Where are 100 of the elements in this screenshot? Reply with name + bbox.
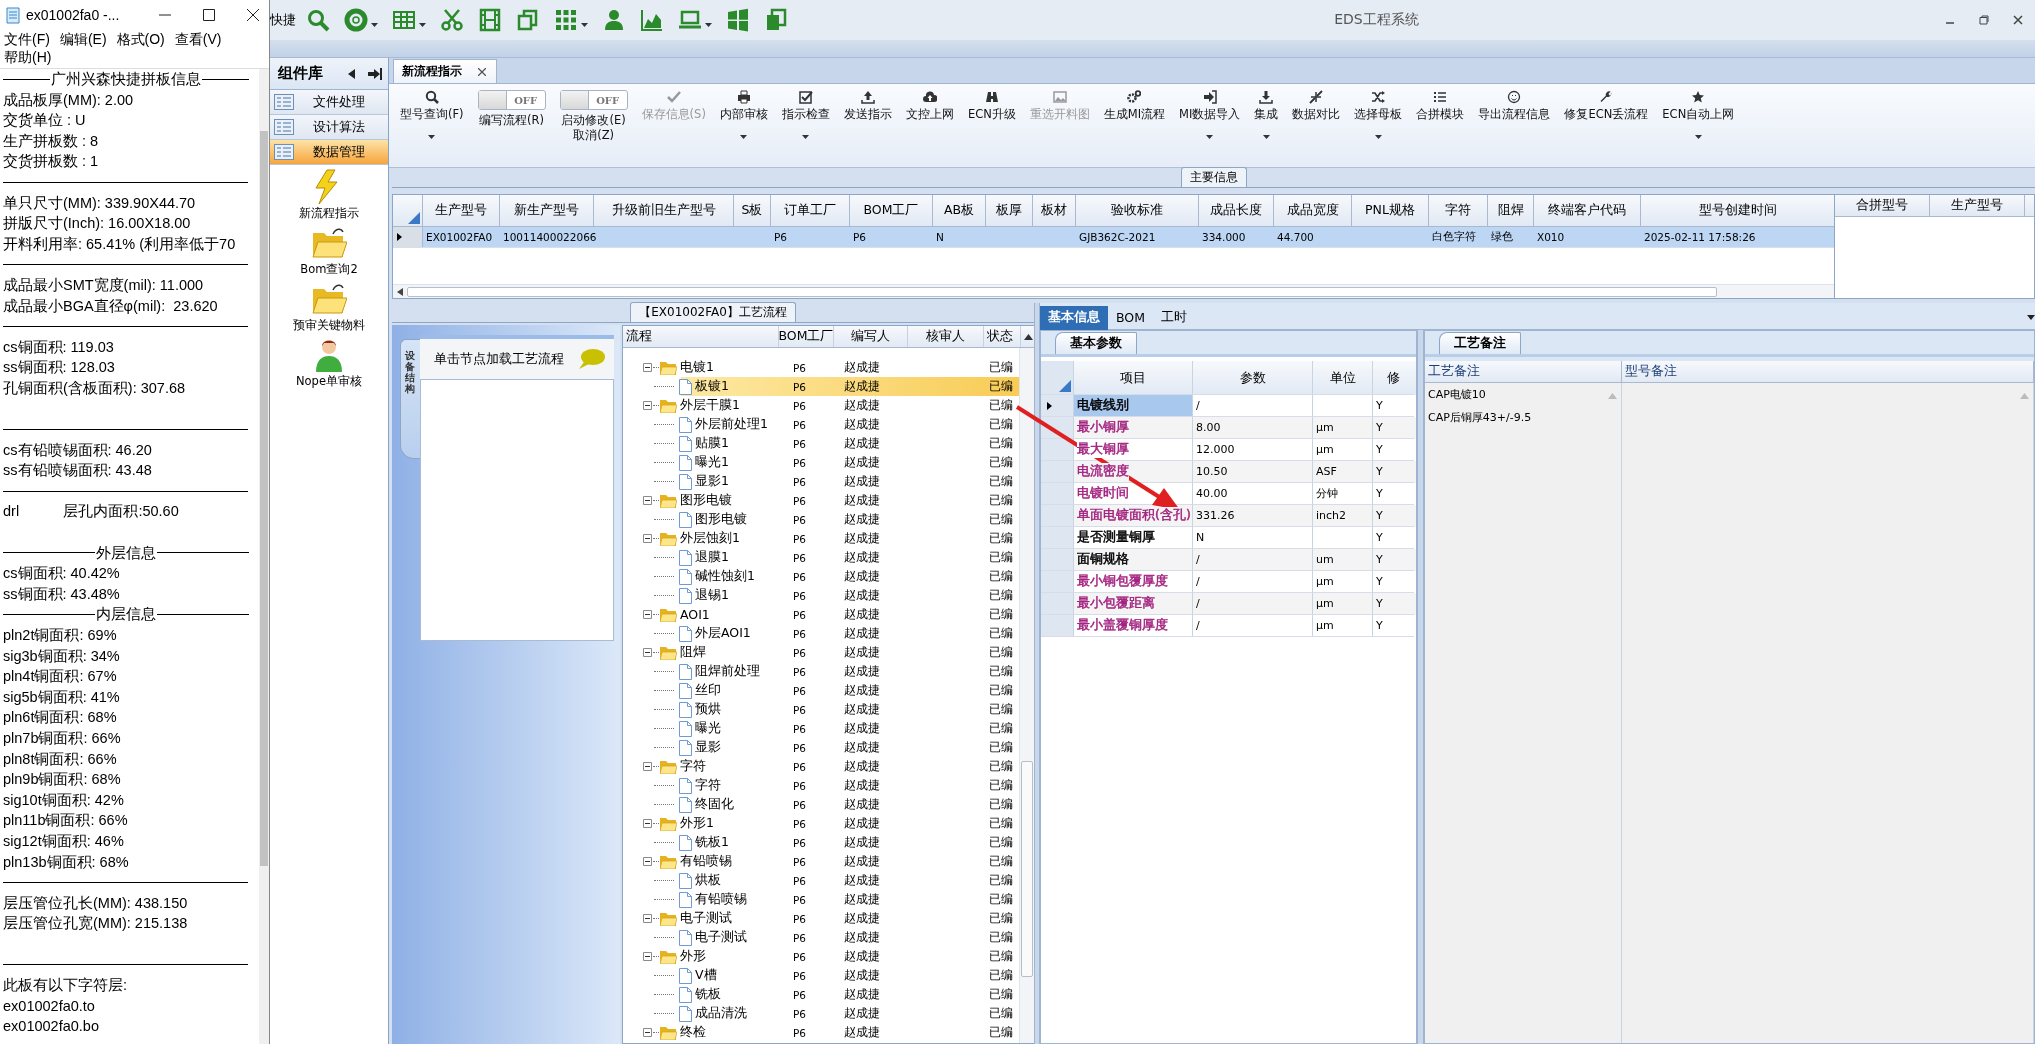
tree-node-label[interactable]: 图形电镀 — [677, 492, 732, 509]
caret-icon[interactable] — [371, 23, 378, 27]
collapse-left-icon[interactable] — [348, 68, 356, 79]
ribbon-button[interactable]: 生成MI流程 — [1096, 90, 1173, 122]
table-row[interactable]: EX01002FA0 10011400022066 P6 P6 N GJB362C-2021 334.000 44.700 白色字符 绿色 X010 2025-02-11 17:58:26 — [393, 227, 1834, 248]
side-tab[interactable]: 设备结构 — [400, 339, 420, 459]
ribbon-button[interactable]: 型号查询(F) — [393, 90, 471, 139]
tab[interactable]: 工艺备注 — [1439, 332, 1521, 354]
tree-node-label[interactable]: 电子测试 — [677, 910, 732, 927]
menu-item[interactable]: 帮助(H) — [4, 48, 52, 66]
copy-icon[interactable] — [516, 8, 540, 32]
column-header[interactable]: S板 — [734, 195, 771, 226]
column-header[interactable]: 字符 — [1429, 195, 1488, 226]
tree-node-label[interactable]: 图形电镀 — [692, 511, 747, 528]
tab[interactable]: 基本信息 — [1040, 305, 1108, 330]
laptop-icon[interactable] — [678, 8, 702, 32]
select-all-icon[interactable] — [1059, 380, 1071, 392]
column-header[interactable]: 型号备注 — [1622, 361, 2034, 382]
ribbon-button[interactable]: 数据对比 — [1285, 90, 1348, 122]
ribbon-button[interactable]: ECN自动上网 — [1655, 90, 1742, 139]
tool-label[interactable]: 新流程指示 — [299, 206, 359, 221]
ribbon-button[interactable]: 文控上网 — [898, 90, 961, 122]
tree-node-label[interactable]: 阻焊 — [677, 644, 706, 661]
tree-node-label[interactable]: 铣板 — [692, 986, 721, 1003]
ribbon-button[interactable]: 导出流程信息 — [1471, 90, 1558, 122]
collapse-icon[interactable] — [643, 914, 652, 923]
restore-icon[interactable] — [1979, 15, 1989, 25]
menu-item[interactable]: 格式(O) — [116, 30, 165, 48]
caret-icon[interactable] — [1206, 135, 1214, 139]
collapse-icon[interactable] — [643, 496, 652, 505]
tree-node-label[interactable]: 外层AOI1 — [692, 625, 751, 642]
ribbon-button[interactable]: MI数据导入 — [1172, 90, 1248, 139]
menu-item[interactable]: 文件(F) — [4, 30, 50, 48]
grid-icon[interactable] — [554, 8, 578, 32]
tab[interactable]: 基本参数 — [1055, 332, 1137, 354]
film-icon[interactable] — [478, 8, 502, 32]
caret-icon[interactable] — [705, 23, 712, 27]
select-all-icon[interactable] — [408, 212, 420, 224]
collapse-icon[interactable] — [643, 1028, 652, 1037]
tree-node-label[interactable]: 丝印 — [692, 682, 721, 699]
collapse-icon[interactable] — [643, 534, 652, 543]
sidebar-group[interactable]: 数据管理 — [270, 140, 388, 165]
tree-node-label[interactable]: 烘板 — [692, 872, 721, 889]
scrollbar[interactable] — [259, 69, 269, 1044]
tree-node-label[interactable]: 曝光 — [692, 720, 721, 737]
folder-icon[interactable] — [311, 281, 347, 317]
column-header[interactable]: 生产型号 — [1930, 195, 2025, 216]
collapse-icon[interactable] — [643, 952, 652, 961]
caret-icon[interactable] — [802, 135, 810, 139]
folder-icon[interactable] — [311, 225, 347, 261]
caret-icon[interactable] — [1262, 135, 1270, 139]
tree-node-label[interactable]: 字符 — [677, 758, 706, 775]
menu-item[interactable]: 编辑(E) — [59, 30, 107, 48]
tree-node-label[interactable]: AOI1 — [677, 607, 710, 622]
tree-node-label[interactable]: 电镀1 — [677, 359, 714, 376]
search-icon[interactable] — [306, 8, 330, 32]
tree-node-label[interactable]: 成品清洗 — [692, 1005, 747, 1022]
collapse-icon[interactable] — [643, 648, 652, 657]
ribbon-button[interactable]: ECN升级 — [960, 90, 1023, 122]
column-header[interactable]: 阻焊 — [1488, 195, 1534, 226]
tree-node-label[interactable]: 显影1 — [692, 473, 729, 490]
tree-node-label[interactable]: 退膜1 — [692, 549, 729, 566]
ribbon-button[interactable]: 修复ECN丢流程 — [1557, 90, 1656, 122]
tree-node-label[interactable]: 电子测试 — [692, 929, 747, 946]
tree-node-label[interactable]: 阻焊前处理 — [692, 663, 760, 680]
column-header[interactable]: BOM工厂 — [850, 195, 933, 226]
column-header[interactable]: 板厚 — [986, 195, 1033, 226]
caret-icon[interactable] — [1374, 135, 1382, 139]
tool-label[interactable]: Bom查询2 — [300, 262, 358, 277]
ribbon-button[interactable]: 集成 — [1247, 90, 1286, 139]
close-icon[interactable] — [478, 67, 486, 76]
tree-node-label[interactable]: 外层前处理1 — [692, 416, 768, 433]
ribbon-button[interactable]: 指示检查 — [774, 90, 837, 139]
column-header[interactable]: 合拼型号 — [1835, 195, 1930, 216]
table-icon[interactable] — [392, 8, 416, 32]
column-header[interactable]: 工艺备注 — [1425, 361, 1622, 382]
menu-item[interactable]: 查看(V) — [174, 30, 222, 48]
dropdown-icon[interactable] — [2027, 315, 2035, 320]
collapse-icon[interactable] — [643, 857, 652, 866]
toggle-switch[interactable]: OFF — [559, 90, 628, 110]
tree-node-label[interactable]: 终固化 — [692, 796, 734, 813]
tool-label[interactable]: Nope单审核 — [296, 374, 362, 389]
tab[interactable]: 工时 — [1153, 305, 1195, 330]
tab[interactable]: BOM — [1108, 305, 1153, 330]
row-header[interactable] — [1041, 395, 1074, 417]
sidebar-group[interactable]: 设计算法 — [270, 115, 388, 140]
ribbon-button[interactable]: 合拼模块 — [1409, 90, 1472, 122]
tool-label[interactable]: 预审关键物料 — [293, 318, 365, 333]
ribbon-button[interactable]: 内部审核 — [712, 90, 775, 139]
column-header[interactable]: AB板 — [933, 195, 986, 226]
caret-icon[interactable] — [1694, 135, 1702, 139]
scrollbar[interactable] — [1019, 348, 1034, 1043]
tree-node-label[interactable]: 显影 — [692, 739, 721, 756]
tree-node-label[interactable]: 预烘 — [692, 701, 721, 718]
maximize-icon[interactable] — [203, 9, 215, 21]
four-panes-icon[interactable] — [726, 8, 750, 32]
tree-node-label[interactable]: 板镀1 — [692, 378, 729, 395]
column-header[interactable]: 成品宽度 — [1274, 195, 1352, 226]
tree-node-label[interactable]: 有铅喷锡 — [692, 891, 747, 908]
column-header[interactable]: 订单工厂 — [771, 195, 850, 226]
